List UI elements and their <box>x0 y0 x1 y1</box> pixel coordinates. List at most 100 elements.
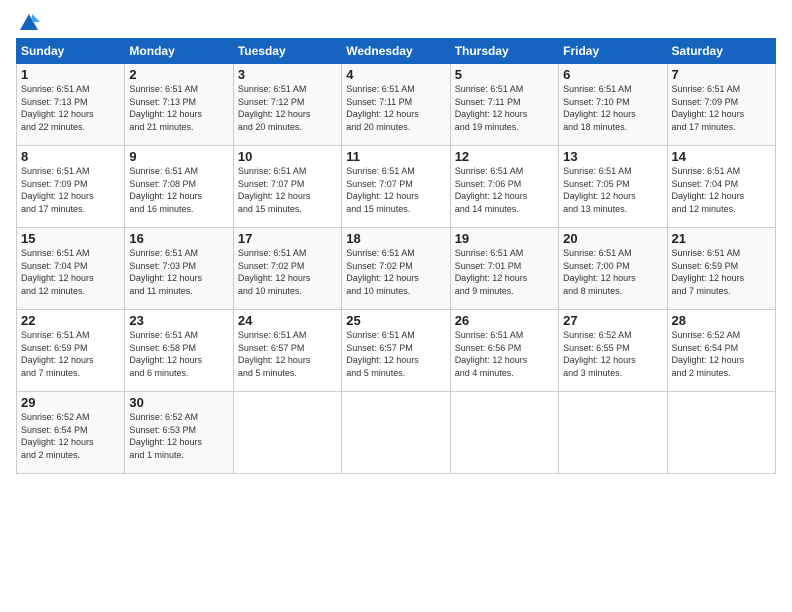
calendar-cell: 20Sunrise: 6:51 AM Sunset: 7:00 PM Dayli… <box>559 228 667 310</box>
calendar-cell: 9Sunrise: 6:51 AM Sunset: 7:08 PM Daylig… <box>125 146 233 228</box>
weekday-header-sunday: Sunday <box>17 39 125 64</box>
day-info: Sunrise: 6:51 AM Sunset: 7:00 PM Dayligh… <box>563 247 662 297</box>
day-number: 4 <box>346 67 445 82</box>
day-number: 14 <box>672 149 771 164</box>
calendar-cell <box>450 392 558 474</box>
day-number: 25 <box>346 313 445 328</box>
calendar-cell: 11Sunrise: 6:51 AM Sunset: 7:07 PM Dayli… <box>342 146 450 228</box>
weekday-header-saturday: Saturday <box>667 39 775 64</box>
calendar-cell <box>233 392 341 474</box>
day-number: 24 <box>238 313 337 328</box>
day-info: Sunrise: 6:51 AM Sunset: 6:59 PM Dayligh… <box>672 247 771 297</box>
day-number: 20 <box>563 231 662 246</box>
day-number: 13 <box>563 149 662 164</box>
day-info: Sunrise: 6:51 AM Sunset: 6:57 PM Dayligh… <box>346 329 445 379</box>
calendar-cell: 17Sunrise: 6:51 AM Sunset: 7:02 PM Dayli… <box>233 228 341 310</box>
day-info: Sunrise: 6:51 AM Sunset: 7:06 PM Dayligh… <box>455 165 554 215</box>
day-number: 22 <box>21 313 120 328</box>
day-number: 29 <box>21 395 120 410</box>
day-number: 23 <box>129 313 228 328</box>
day-number: 8 <box>21 149 120 164</box>
day-info: Sunrise: 6:51 AM Sunset: 7:11 PM Dayligh… <box>455 83 554 133</box>
day-number: 27 <box>563 313 662 328</box>
logo <box>16 12 40 30</box>
day-number: 17 <box>238 231 337 246</box>
day-info: Sunrise: 6:51 AM Sunset: 7:12 PM Dayligh… <box>238 83 337 133</box>
day-number: 26 <box>455 313 554 328</box>
day-number: 11 <box>346 149 445 164</box>
calendar-cell: 18Sunrise: 6:51 AM Sunset: 7:02 PM Dayli… <box>342 228 450 310</box>
calendar-cell: 6Sunrise: 6:51 AM Sunset: 7:10 PM Daylig… <box>559 64 667 146</box>
day-info: Sunrise: 6:51 AM Sunset: 6:59 PM Dayligh… <box>21 329 120 379</box>
calendar-cell: 21Sunrise: 6:51 AM Sunset: 6:59 PM Dayli… <box>667 228 775 310</box>
calendar-table: SundayMondayTuesdayWednesdayThursdayFrid… <box>16 38 776 474</box>
calendar-cell: 7Sunrise: 6:51 AM Sunset: 7:09 PM Daylig… <box>667 64 775 146</box>
calendar-cell: 12Sunrise: 6:51 AM Sunset: 7:06 PM Dayli… <box>450 146 558 228</box>
calendar-cell: 22Sunrise: 6:51 AM Sunset: 6:59 PM Dayli… <box>17 310 125 392</box>
day-number: 5 <box>455 67 554 82</box>
day-info: Sunrise: 6:51 AM Sunset: 7:09 PM Dayligh… <box>672 83 771 133</box>
calendar-cell: 29Sunrise: 6:52 AM Sunset: 6:54 PM Dayli… <box>17 392 125 474</box>
day-number: 16 <box>129 231 228 246</box>
calendar-cell: 1Sunrise: 6:51 AM Sunset: 7:13 PM Daylig… <box>17 64 125 146</box>
day-number: 7 <box>672 67 771 82</box>
calendar-cell <box>667 392 775 474</box>
day-info: Sunrise: 6:51 AM Sunset: 7:11 PM Dayligh… <box>346 83 445 133</box>
calendar-header-row: SundayMondayTuesdayWednesdayThursdayFrid… <box>17 39 776 64</box>
day-number: 15 <box>21 231 120 246</box>
day-info: Sunrise: 6:51 AM Sunset: 7:10 PM Dayligh… <box>563 83 662 133</box>
calendar-cell: 14Sunrise: 6:51 AM Sunset: 7:04 PM Dayli… <box>667 146 775 228</box>
calendar-cell: 28Sunrise: 6:52 AM Sunset: 6:54 PM Dayli… <box>667 310 775 392</box>
weekday-header-friday: Friday <box>559 39 667 64</box>
day-info: Sunrise: 6:51 AM Sunset: 6:58 PM Dayligh… <box>129 329 228 379</box>
day-number: 18 <box>346 231 445 246</box>
page-container: SundayMondayTuesdayWednesdayThursdayFrid… <box>0 0 792 482</box>
day-info: Sunrise: 6:51 AM Sunset: 6:57 PM Dayligh… <box>238 329 337 379</box>
weekday-header-tuesday: Tuesday <box>233 39 341 64</box>
calendar-cell: 5Sunrise: 6:51 AM Sunset: 7:11 PM Daylig… <box>450 64 558 146</box>
day-info: Sunrise: 6:51 AM Sunset: 7:13 PM Dayligh… <box>21 83 120 133</box>
day-info: Sunrise: 6:52 AM Sunset: 6:53 PM Dayligh… <box>129 411 228 461</box>
calendar-cell: 8Sunrise: 6:51 AM Sunset: 7:09 PM Daylig… <box>17 146 125 228</box>
day-info: Sunrise: 6:51 AM Sunset: 7:02 PM Dayligh… <box>346 247 445 297</box>
day-number: 6 <box>563 67 662 82</box>
day-number: 3 <box>238 67 337 82</box>
day-info: Sunrise: 6:51 AM Sunset: 7:09 PM Dayligh… <box>21 165 120 215</box>
calendar-cell: 19Sunrise: 6:51 AM Sunset: 7:01 PM Dayli… <box>450 228 558 310</box>
day-number: 10 <box>238 149 337 164</box>
day-info: Sunrise: 6:51 AM Sunset: 7:08 PM Dayligh… <box>129 165 228 215</box>
day-info: Sunrise: 6:51 AM Sunset: 7:07 PM Dayligh… <box>238 165 337 215</box>
day-info: Sunrise: 6:51 AM Sunset: 7:04 PM Dayligh… <box>672 165 771 215</box>
calendar-week-5: 29Sunrise: 6:52 AM Sunset: 6:54 PM Dayli… <box>17 392 776 474</box>
day-number: 2 <box>129 67 228 82</box>
day-info: Sunrise: 6:51 AM Sunset: 7:04 PM Dayligh… <box>21 247 120 297</box>
calendar-week-2: 8Sunrise: 6:51 AM Sunset: 7:09 PM Daylig… <box>17 146 776 228</box>
calendar-cell: 24Sunrise: 6:51 AM Sunset: 6:57 PM Dayli… <box>233 310 341 392</box>
calendar-cell: 26Sunrise: 6:51 AM Sunset: 6:56 PM Dayli… <box>450 310 558 392</box>
weekday-header-monday: Monday <box>125 39 233 64</box>
day-info: Sunrise: 6:51 AM Sunset: 7:02 PM Dayligh… <box>238 247 337 297</box>
calendar-cell: 27Sunrise: 6:52 AM Sunset: 6:55 PM Dayli… <box>559 310 667 392</box>
day-info: Sunrise: 6:51 AM Sunset: 7:03 PM Dayligh… <box>129 247 228 297</box>
calendar-cell: 25Sunrise: 6:51 AM Sunset: 6:57 PM Dayli… <box>342 310 450 392</box>
calendar-cell <box>559 392 667 474</box>
day-info: Sunrise: 6:51 AM Sunset: 6:56 PM Dayligh… <box>455 329 554 379</box>
day-number: 12 <box>455 149 554 164</box>
calendar-cell: 3Sunrise: 6:51 AM Sunset: 7:12 PM Daylig… <box>233 64 341 146</box>
weekday-header-thursday: Thursday <box>450 39 558 64</box>
day-info: Sunrise: 6:51 AM Sunset: 7:07 PM Dayligh… <box>346 165 445 215</box>
day-number: 30 <box>129 395 228 410</box>
day-number: 1 <box>21 67 120 82</box>
day-number: 9 <box>129 149 228 164</box>
calendar-week-4: 22Sunrise: 6:51 AM Sunset: 6:59 PM Dayli… <box>17 310 776 392</box>
day-info: Sunrise: 6:51 AM Sunset: 7:13 PM Dayligh… <box>129 83 228 133</box>
calendar-cell: 15Sunrise: 6:51 AM Sunset: 7:04 PM Dayli… <box>17 228 125 310</box>
calendar-week-3: 15Sunrise: 6:51 AM Sunset: 7:04 PM Dayli… <box>17 228 776 310</box>
calendar-cell: 30Sunrise: 6:52 AM Sunset: 6:53 PM Dayli… <box>125 392 233 474</box>
calendar-week-1: 1Sunrise: 6:51 AM Sunset: 7:13 PM Daylig… <box>17 64 776 146</box>
logo-icon <box>18 12 40 34</box>
calendar-cell: 10Sunrise: 6:51 AM Sunset: 7:07 PM Dayli… <box>233 146 341 228</box>
day-info: Sunrise: 6:52 AM Sunset: 6:54 PM Dayligh… <box>672 329 771 379</box>
day-info: Sunrise: 6:52 AM Sunset: 6:55 PM Dayligh… <box>563 329 662 379</box>
header <box>16 12 776 30</box>
